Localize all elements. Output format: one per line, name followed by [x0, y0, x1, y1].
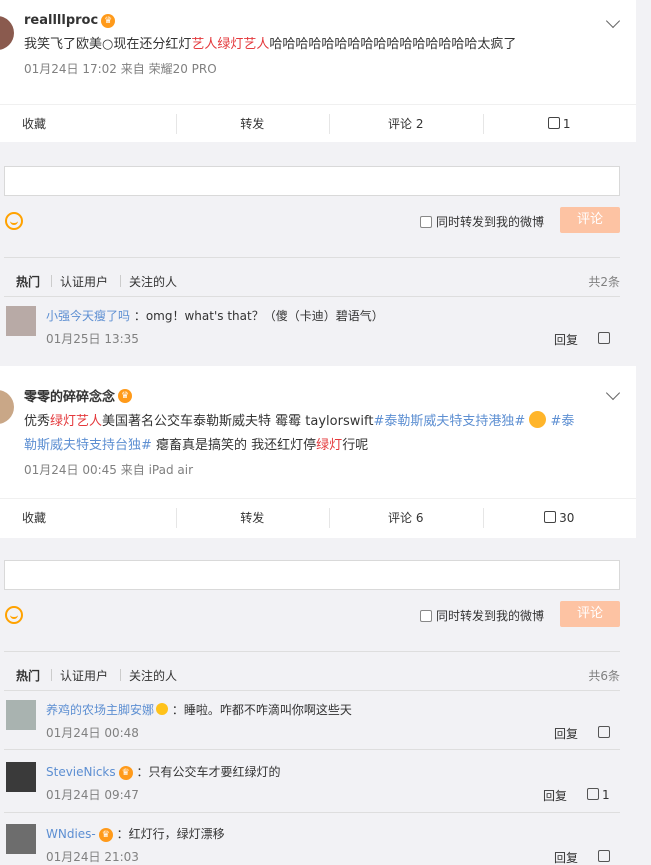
post-header: 零零的碎碎念念 ♛ 优秀绿灯艺人美国著名公交车泰勒斯威夫特 霉霉 taylorsw… [0, 366, 636, 478]
post-username[interactable]: reallllproc [24, 13, 98, 28]
emoji-icon [529, 411, 547, 428]
thumbs-up-icon [598, 850, 610, 862]
divider [120, 275, 121, 287]
post-text: 我笑飞了欧美○现在还分红灯艺人绿灯艺人哈哈哈哈哈哈哈哈哈哈哈哈哈哈哈哈太疯了 [24, 37, 517, 52]
filter-verified[interactable]: 认证用户 [60, 667, 108, 684]
avatar[interactable] [6, 700, 36, 730]
divider [4, 651, 620, 652]
thumbs-up-icon [598, 332, 610, 344]
divider [4, 812, 620, 813]
comment-like-button[interactable] [598, 726, 613, 740]
post-header: reallllproc ♛ 我笑飞了欧美○现在还分红灯艺人绿灯艺人哈哈哈哈哈哈哈哈… [0, 0, 636, 77]
post-text: 优秀绿灯艺人美国著名公交车泰勒斯威夫特 霉霉 taylorswift#泰勒斯威夫… [24, 410, 596, 458]
comment-text: 小强今天瘦了吗 ：omg！what's that？（傻（卡迪）碧语气） [46, 309, 384, 323]
reply-button[interactable]: 回复 [554, 725, 578, 742]
filter-verified[interactable]: 认证用户 [60, 273, 108, 290]
comment-like-count: 1 [602, 788, 610, 802]
filter-following[interactable]: 关注的人 [129, 273, 177, 290]
avatar[interactable] [0, 390, 14, 424]
hashtag-link[interactable]: #泰勒斯威夫特支持港独# [373, 414, 525, 429]
thumbs-up-icon [598, 726, 610, 738]
post-actions: 收藏 转发 评论 2 1 [0, 104, 636, 142]
divider [4, 257, 620, 258]
divider [51, 275, 52, 287]
comment-text: StevieNicks ♛ ：只有公交车才要红绿灯的 [46, 765, 281, 780]
highlight-text: 艺人绿灯艺人 [191, 37, 270, 52]
send-comment-button[interactable]: 评论 [560, 207, 620, 233]
highlight-text: 绿灯艺人 [50, 414, 103, 429]
comment-input[interactable] [4, 166, 620, 196]
repost-button[interactable]: 转发 [175, 105, 330, 142]
like-button[interactable]: 1 [482, 105, 637, 142]
crown-icon: ♛ [98, 827, 113, 842]
comment-button[interactable]: 评论 2 [329, 105, 483, 142]
thumbs-up-icon [587, 788, 599, 800]
emoji-icon[interactable] [5, 212, 23, 230]
emoji-icon[interactable] [5, 606, 23, 624]
chevron-down-icon[interactable] [605, 13, 621, 29]
reply-button[interactable]: 回复 [543, 787, 567, 804]
divider [120, 669, 121, 681]
crown-icon: ♛ [118, 765, 133, 780]
comment-time: 01月24日 21:03 [46, 850, 139, 864]
highlight-text: 绿灯 [316, 438, 343, 453]
divider [4, 749, 620, 750]
comment-like-button[interactable] [598, 332, 613, 346]
crown-icon: ♛ [101, 13, 116, 28]
comment-author[interactable]: WNdies- [46, 827, 96, 841]
avatar[interactable] [6, 762, 36, 792]
favorite-button[interactable]: 收藏 [0, 499, 176, 536]
comment-like-button[interactable]: 1 [587, 788, 610, 802]
avatar[interactable] [6, 824, 36, 854]
post-username[interactable]: 零零的碎碎念念 [24, 386, 115, 405]
filter-following[interactable]: 关注的人 [129, 667, 177, 684]
divider [4, 296, 620, 297]
like-button[interactable]: 30 [482, 499, 637, 536]
comment-text: 养鸡的农场主脚安娜 ：睡啦。咋都不咋滴叫你啊这些天 [46, 703, 352, 717]
post-actions: 收藏 转发 评论 6 30 [0, 498, 636, 536]
thumbs-up-icon [547, 117, 560, 129]
comment-time: 01月25日 13:35 [46, 332, 139, 346]
comment-input[interactable] [4, 560, 620, 590]
comment-time: 01月24日 09:47 [46, 788, 139, 802]
post-meta: 01月24日 00:45 来自 iPad air [24, 463, 194, 477]
checkbox-icon[interactable] [420, 216, 432, 228]
comment-total: 共6条 [588, 669, 620, 683]
post-meta: 01月24日 17:02 来自 荣耀20 PRO [24, 62, 217, 76]
avatar[interactable] [6, 306, 36, 336]
verified-icon [156, 703, 169, 715]
sync-repost-checkbox[interactable]: 同时转发到我的微博 [420, 213, 544, 230]
reply-button[interactable]: 回复 [554, 331, 578, 348]
hashtag-link[interactable]: 勒斯威夫特支持台独# [24, 438, 152, 453]
crown-icon: ♛ [118, 388, 133, 403]
comment-author[interactable]: StevieNicks [46, 765, 116, 779]
favorite-button[interactable]: 收藏 [0, 105, 176, 142]
divider [4, 690, 620, 691]
filter-hot[interactable]: 热门 [16, 273, 40, 290]
divider [51, 669, 52, 681]
post-card-2: 零零的碎碎念念 ♛ 优秀绿灯艺人美国著名公交车泰勒斯威夫特 霉霉 taylorsw… [0, 366, 636, 538]
repost-button[interactable]: 转发 [175, 499, 330, 536]
thumbs-up-icon [544, 511, 557, 523]
comment-time: 01月24日 00:48 [46, 726, 139, 740]
send-comment-button[interactable]: 评论 [560, 601, 620, 627]
comment-author[interactable]: 养鸡的农场主脚安娜 [46, 703, 154, 717]
comment-total: 共2条 [588, 275, 620, 289]
sync-repost-checkbox[interactable]: 同时转发到我的微博 [420, 607, 544, 624]
chevron-down-icon[interactable] [605, 385, 621, 401]
reply-button[interactable]: 回复 [554, 849, 578, 865]
comment-text: WNdies- ♛ ：红灯行，绿灯漂移 [46, 827, 225, 842]
hashtag-link[interactable]: #泰 [551, 414, 575, 429]
checkbox-icon[interactable] [420, 610, 432, 622]
comment-button[interactable]: 评论 6 [329, 499, 483, 536]
filter-hot[interactable]: 热门 [16, 667, 40, 684]
comment-like-button[interactable] [598, 850, 613, 864]
post-card-1: reallllproc ♛ 我笑飞了欧美○现在还分红灯艺人绿灯艺人哈哈哈哈哈哈哈哈… [0, 0, 636, 142]
comment-author[interactable]: 小强今天瘦了吗 [46, 309, 130, 323]
avatar[interactable] [0, 16, 14, 50]
